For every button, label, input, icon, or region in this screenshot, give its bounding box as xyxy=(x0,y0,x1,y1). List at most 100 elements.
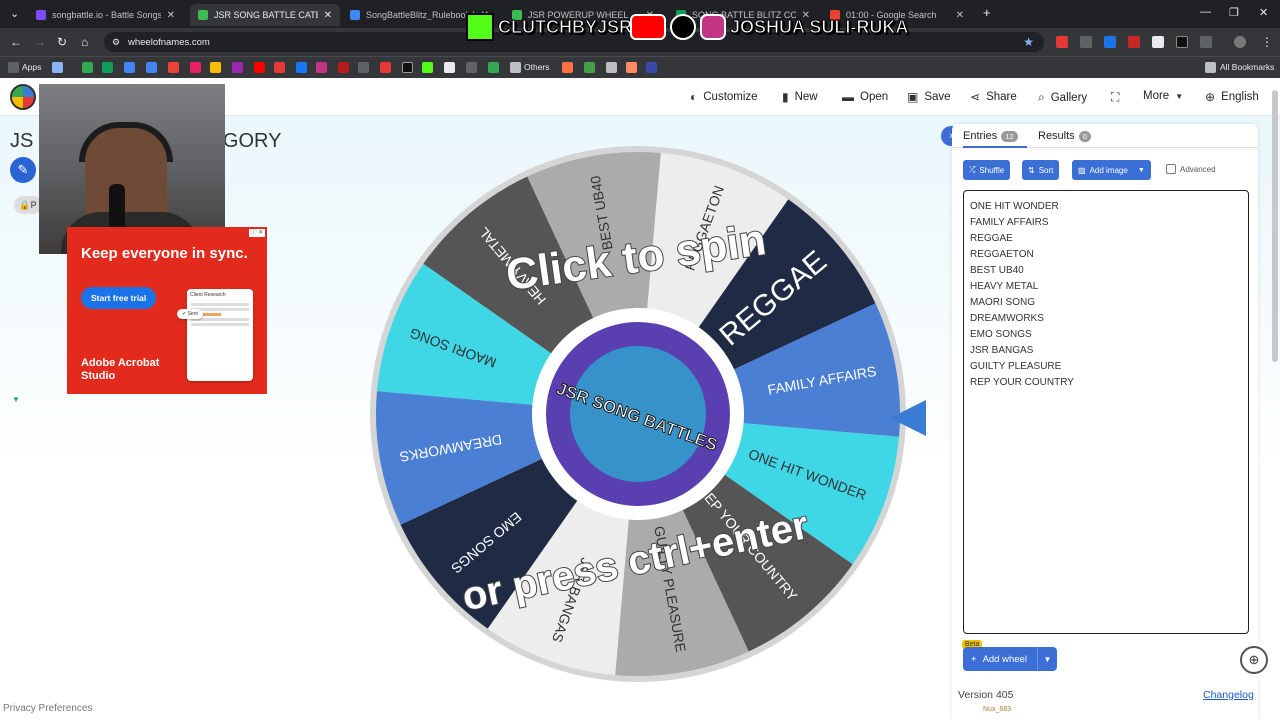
wheel[interactable]: FAMILY AFFAIRS ONE HIT WONDER REP YOUR COU… xyxy=(368,144,908,684)
zoom-icon[interactable]: ⊕ xyxy=(1240,646,1268,674)
maximize-icon[interactable]: ❐ xyxy=(1229,6,1239,19)
edit-title-button[interactable]: ✎ xyxy=(10,157,36,183)
add-image-button[interactable]: ▨ Add image ▼ xyxy=(1072,160,1151,180)
bookmark-icon[interactable] xyxy=(254,62,265,73)
tab-entries[interactable]: Entries 12 xyxy=(963,130,1018,142)
bookmark-icon[interactable] xyxy=(584,62,595,73)
tab-results[interactable]: Results 0 xyxy=(1038,130,1091,142)
add-wheel-button[interactable]: + Add wheel ▼ xyxy=(963,647,1057,671)
extension-icon[interactable] xyxy=(1176,36,1188,48)
site-info-icon[interactable]: ⚙ xyxy=(112,37,120,48)
bookmark-icon[interactable] xyxy=(124,62,135,73)
home-icon[interactable]: ⌂ xyxy=(81,35,88,49)
tab-search-icon[interactable]: ⌄ xyxy=(10,7,19,20)
bookmark-icon[interactable] xyxy=(52,62,63,73)
privacy-preferences-link[interactable]: Privacy Preferences xyxy=(3,703,92,714)
bookmark-icon[interactable] xyxy=(82,62,93,73)
profile-avatar[interactable] xyxy=(1234,36,1246,48)
wheel-canvas[interactable]: FAMILY AFFAIRSONE HIT WONDERREP YOUR COU… xyxy=(368,144,908,684)
minimize-icon[interactable]: — xyxy=(1200,6,1211,18)
close-window-icon[interactable]: ✕ xyxy=(1259,6,1268,19)
new-button[interactable]: ▮ New xyxy=(782,90,818,104)
browser-tab[interactable]: songbattle.io - Battle Songs ag ✕ xyxy=(28,4,183,26)
bookmark-icon[interactable] xyxy=(380,62,391,73)
bookmark-icon[interactable] xyxy=(296,62,307,73)
youtube-logo-icon xyxy=(630,14,666,40)
customize-button[interactable]: ◐ Customize xyxy=(690,90,758,104)
save-button[interactable]: ▣ Save xyxy=(907,90,951,104)
changelog-link[interactable]: Changelog xyxy=(1203,689,1254,701)
extension-icon[interactable] xyxy=(1080,36,1092,48)
bookmark-icon[interactable] xyxy=(274,62,285,73)
gallery-button[interactable]: ⌕ Gallery xyxy=(1038,90,1087,105)
bookmark-icon[interactable] xyxy=(626,62,637,73)
lock-icon: 🔒 xyxy=(19,199,31,210)
extension-icon[interactable] xyxy=(1152,36,1164,48)
fullscreen-button[interactable]: ⛶ xyxy=(1111,90,1119,105)
language-button[interactable]: ⊕ English xyxy=(1205,90,1259,104)
entry-line: REP YOUR COUNTRY xyxy=(970,377,1074,388)
tab-close-icon[interactable]: ✕ xyxy=(324,10,332,21)
feedback-icon[interactable]: ▼ xyxy=(12,395,20,404)
site-logo[interactable] xyxy=(10,84,36,110)
folder-icon[interactable] xyxy=(1205,62,1216,73)
bookmark-icon[interactable] xyxy=(232,62,243,73)
bookmark-icon[interactable] xyxy=(488,62,499,73)
extension-icon[interactable] xyxy=(1104,36,1116,48)
url-text: wheelofnames.com xyxy=(128,36,210,48)
privacy-chip[interactable]: 🔒 P xyxy=(14,196,42,214)
bookmark-icon[interactable] xyxy=(402,62,413,73)
shuffle-button[interactable]: ⤮ Shuffle xyxy=(963,160,1011,180)
share-button[interactable]: ⋖ Share xyxy=(970,90,1017,104)
bookmark-icon[interactable] xyxy=(606,62,617,73)
extensions-puzzle-icon[interactable] xyxy=(1200,36,1212,48)
browser-menu-icon[interactable]: ⋮ xyxy=(1261,35,1273,49)
bookmark-icon[interactable] xyxy=(146,62,157,73)
back-icon[interactable]: ← xyxy=(10,35,22,49)
tab-close-icon[interactable]: ✕ xyxy=(956,10,964,21)
apps-grid-icon[interactable] xyxy=(8,62,19,73)
browser-tab[interactable]: JSR SONG BATTLE CATEGORY ✕ xyxy=(190,4,340,26)
page-scrollbar[interactable] xyxy=(1272,90,1278,362)
bookmark-icon[interactable] xyxy=(168,62,179,73)
bookmark-others[interactable]: Others xyxy=(524,62,550,72)
forward-icon[interactable]: → xyxy=(34,35,46,49)
entry-line: DREAMWORKS xyxy=(970,313,1044,324)
folder-icon[interactable] xyxy=(510,62,521,73)
add-wheel-label: Add wheel xyxy=(982,653,1027,665)
ad-choices-icon[interactable]: ⓘ ✕ xyxy=(249,229,265,237)
more-label: More xyxy=(1143,90,1170,102)
open-button[interactable]: ▬ Open xyxy=(842,90,888,104)
bookmark-icon[interactable] xyxy=(338,62,349,73)
entry-line: FAMILY AFFAIRS xyxy=(970,217,1049,228)
bookmark-icon[interactable] xyxy=(422,62,433,73)
reload-icon[interactable]: ↻ xyxy=(57,35,67,49)
bookmark-apps[interactable]: Apps xyxy=(22,62,41,72)
add-wheel-dropdown-icon[interactable]: ▼ xyxy=(1037,647,1057,671)
ad-cta-button[interactable]: Start free trial xyxy=(81,287,157,309)
advertisement[interactable]: ⓘ ✕ Keep everyone in sync. Start free tr… xyxy=(67,227,267,394)
bookmark-icon[interactable] xyxy=(444,62,455,73)
bookmark-icon[interactable] xyxy=(466,62,477,73)
bookmarks-bar: Apps Others All Bookmarks xyxy=(0,56,1280,78)
bookmark-icon[interactable] xyxy=(190,62,201,73)
entries-textarea[interactable]: ONE HIT WONDER FAMILY AFFAIRS REGGAE REGGAE… xyxy=(963,190,1249,634)
pdf-extension-icon[interactable] xyxy=(1128,36,1140,48)
bookmark-icon[interactable] xyxy=(102,62,113,73)
new-tab-button[interactable]: + xyxy=(983,5,991,20)
entry-line: REGGAETON xyxy=(970,249,1034,260)
bookmark-icon[interactable] xyxy=(562,62,573,73)
bookmark-star-icon[interactable]: ★ xyxy=(1023,35,1034,49)
bookmark-icon[interactable] xyxy=(210,62,221,73)
bookmark-icon[interactable] xyxy=(646,62,657,73)
more-button[interactable]: More ▼ xyxy=(1143,90,1183,102)
all-bookmarks[interactable]: All Bookmarks xyxy=(1220,62,1274,72)
advanced-checkbox[interactable] xyxy=(1166,164,1176,174)
tab-close-icon[interactable]: ✕ xyxy=(167,10,175,21)
bookmark-icon[interactable] xyxy=(358,62,369,73)
adblock-extension-icon[interactable] xyxy=(1056,36,1068,48)
sort-button[interactable]: ⇅ Sort xyxy=(1022,160,1060,180)
save-icon: ▣ xyxy=(907,90,919,104)
advanced-toggle[interactable]: Advanced xyxy=(1166,164,1216,174)
bookmark-icon[interactable] xyxy=(316,62,327,73)
